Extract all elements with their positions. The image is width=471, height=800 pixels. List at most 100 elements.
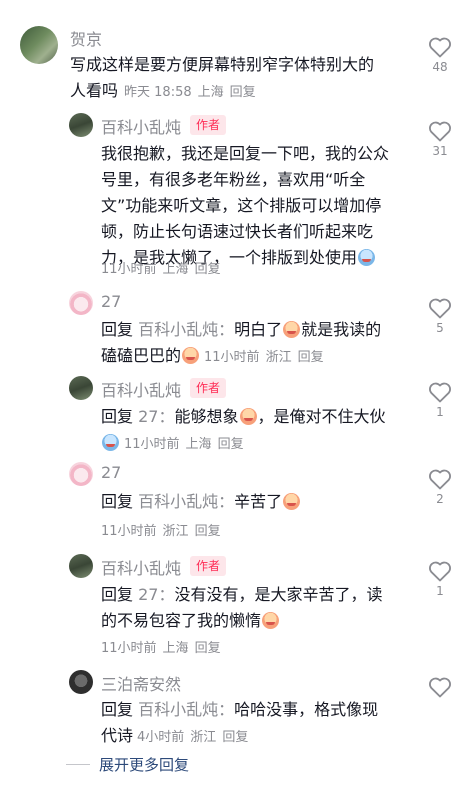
like-button[interactable]: 1 [427, 560, 453, 598]
reply-button[interactable]: 回复 [222, 730, 248, 745]
avatar[interactable] [69, 113, 93, 137]
reply-time: 11小时前 [101, 262, 157, 277]
reply-text-fragment: 就是我读的 [301, 320, 382, 339]
heart-outline-icon [429, 298, 451, 319]
author-badge: 作者 [190, 378, 227, 398]
like-count: 31 [432, 144, 448, 158]
reply-text-fragment: 哈哈没事，格式像现 [234, 700, 379, 719]
reply-location: 浙江 [265, 350, 292, 365]
like-count: 1 [436, 405, 444, 419]
reply-text-fragment: ，是俺对不住大伙 [257, 407, 386, 426]
emoji-icon [182, 347, 200, 364]
avatar[interactable] [69, 376, 93, 400]
reply-text-line: 磕磕巴巴的 11小时前 浙江 回复 [101, 343, 411, 371]
reply-text-line: 回复 27：没有没有，是大家辛苦了，读 [101, 582, 411, 608]
like-button[interactable]: 48 [427, 36, 453, 74]
reply-text: 回复 27：能够想象 ，是俺对不住大伙 11小时前 上海 回复 [101, 404, 411, 458]
comment-author[interactable]: 贺京 [70, 26, 102, 50]
avatar[interactable] [69, 670, 93, 694]
reply-location: 上海 [185, 437, 212, 452]
reply-button[interactable]: 回复 [298, 350, 324, 365]
heart-outline-icon [429, 382, 451, 403]
reply-author[interactable]: 百科小乱炖 [101, 114, 181, 138]
emoji-icon [358, 249, 376, 266]
like-count: 2 [436, 492, 444, 506]
reply-text-fragment: 明白了 [234, 320, 283, 339]
reply-keyword: 回复 [101, 320, 134, 339]
like-button[interactable]: 31 [427, 120, 453, 158]
reply-text-line: 我很抱歉，我还是回复一下吧，我的公众 [101, 144, 390, 163]
emoji-icon [102, 434, 119, 451]
emoji-icon [283, 321, 301, 338]
reply-author[interactable]: 27 [101, 463, 121, 482]
reply-target[interactable]: 27： [138, 407, 174, 426]
avatar[interactable] [20, 26, 58, 64]
like-count: 48 [432, 60, 448, 74]
comment-text: 写成这样是要方便屏幕特别窄字体特别大的 人看吗 昨天 18:58 上海 回复 [70, 52, 410, 106]
reply-time: 11小时前 [124, 437, 180, 452]
author-badge: 作者 [190, 115, 227, 135]
comment-location: 上海 [197, 85, 224, 100]
expand-more-replies[interactable]: 展开更多回复 [66, 754, 189, 775]
avatar[interactable] [69, 462, 93, 486]
comment-text-line: 写成这样是要方便屏幕特别窄字体特别大的 [70, 55, 375, 74]
reply-button[interactable]: 回复 [230, 85, 256, 100]
emoji-icon [283, 493, 301, 510]
like-button[interactable] [427, 676, 453, 698]
reply-text-line: 号里，有很多老年粉丝，喜欢用“听全 [101, 170, 366, 189]
reply-author[interactable]: 百科小乱炖 [101, 377, 181, 401]
comment-time: 昨天 18:58 [124, 85, 192, 100]
reply-text-line: 代诗 4小时前 浙江 回复 [101, 723, 411, 751]
reply-target[interactable]: 百科小乱炖： [138, 700, 234, 719]
comment-text-fragment: 人看吗 [70, 81, 119, 100]
reply-button[interactable]: 回复 [218, 437, 244, 452]
reply-text: 我很抱歉，我还是回复一下吧，我的公众 号里，有很多老年粉丝，喜欢用“听全 文”功… [101, 141, 411, 271]
reply-author[interactable]: 27 [101, 292, 121, 311]
reply-keyword: 回复 [101, 585, 134, 604]
divider [66, 764, 90, 765]
reply-text-line: 回复 百科小乱炖：哈哈没事，格式像现 [101, 697, 411, 723]
author-badge: 作者 [190, 556, 227, 576]
reply-meta: 11小时前 上海 回复 [101, 637, 221, 656]
reply-target[interactable]: 百科小乱炖： [138, 320, 234, 339]
reply-location: 浙江 [162, 524, 189, 539]
reply-button[interactable]: 回复 [195, 641, 221, 656]
comment-text-line: 人看吗 昨天 18:58 上海 回复 [70, 78, 410, 106]
reply-button[interactable]: 回复 [195, 262, 221, 277]
reply-location: 上海 [162, 641, 189, 656]
reply-button[interactable]: 回复 [195, 524, 221, 539]
reply-text-fragment: 磕磕巴巴的 [101, 346, 182, 365]
reply-text-line: 回复 百科小乱炖：明白了 就是我读的 [101, 317, 411, 343]
like-button[interactable]: 2 [427, 468, 453, 506]
reply-target[interactable]: 27： [138, 585, 174, 604]
reply-keyword: 回复 [101, 492, 134, 511]
reply-text: 回复 百科小乱炖：明白了 就是我读的 磕磕巴巴的 11小时前 浙江 回复 [101, 317, 411, 371]
reply-target[interactable]: 百科小乱炖： [138, 492, 234, 511]
reply-time: 11小时前 [204, 350, 260, 365]
reply-time: 11小时前 [101, 524, 157, 539]
expand-more-label[interactable]: 展开更多回复 [99, 754, 189, 775]
reply-text-fragment: 的不易包容了我的懒惰 [101, 611, 262, 630]
reply-text-fragment: 辛苦了 [234, 492, 283, 511]
reply-text-line: 的不易包容了我的懒惰 [101, 608, 411, 634]
like-button[interactable]: 1 [427, 381, 453, 419]
reply-text-fragment: 代诗 [101, 726, 134, 745]
reply-time: 11小时前 [101, 641, 157, 656]
reply-location: 浙江 [190, 730, 217, 745]
like-count: 1 [436, 584, 444, 598]
reply-time: 4小时前 [137, 730, 185, 745]
reply-text-line: 文”功能来听文章，这个排版可以增加停 [101, 196, 382, 215]
reply-location: 上海 [162, 262, 189, 277]
reply-text-line: 顿，防止长句语速过快长者们听起来吃 [101, 222, 374, 241]
avatar[interactable] [69, 291, 93, 315]
reply-author[interactable]: 三泊斋安然 [101, 671, 181, 695]
reply-author[interactable]: 百科小乱炖 [101, 555, 181, 579]
reply-meta: 11小时前 上海 回复 [101, 258, 221, 277]
heart-outline-icon [429, 561, 451, 582]
reply-text: 回复 27：没有没有，是大家辛苦了，读 的不易包容了我的懒惰 [101, 582, 411, 634]
avatar[interactable] [69, 554, 93, 578]
reply-text-line: 回复 27：能够想象 ，是俺对不住大伙 [101, 404, 411, 430]
emoji-icon [239, 408, 257, 425]
like-button[interactable]: 5 [427, 297, 453, 335]
reply-text: 回复 百科小乱炖：哈哈没事，格式像现 代诗 4小时前 浙江 回复 [101, 697, 411, 751]
